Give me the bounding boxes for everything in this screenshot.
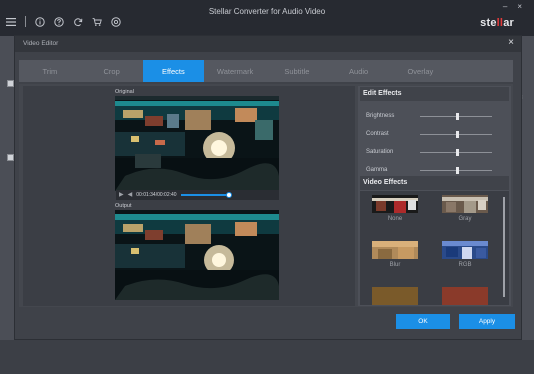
- effect-next-row[interactable]: [442, 287, 488, 305]
- toolbar: [6, 16, 121, 27]
- file-checkbox[interactable]: [7, 154, 14, 161]
- slider-thumb[interactable]: [455, 167, 459, 174]
- preview-area: Original ▶ ◀ 00:01:34/00:02:40 Output: [23, 86, 355, 306]
- slider-label: Brightness: [366, 113, 395, 119]
- output-video-preview: [115, 210, 279, 300]
- effect-thumbnail: [442, 195, 488, 213]
- effect-thumbnail: [442, 241, 488, 259]
- effect-next-row[interactable]: [372, 287, 418, 305]
- slider-track[interactable]: [420, 131, 492, 138]
- slider-label: Contrast: [366, 131, 389, 137]
- window-controls: – ×: [503, 2, 522, 11]
- slider-track[interactable]: [420, 167, 492, 174]
- contrast-slider: Contrast: [366, 130, 506, 140]
- tab-watermark[interactable]: Watermark: [204, 60, 266, 82]
- play-icon[interactable]: ▶: [119, 192, 124, 198]
- tab-effects[interactable]: Effects: [142, 60, 205, 82]
- file-checkbox[interactable]: [7, 80, 14, 87]
- slider-thumb[interactable]: [456, 113, 460, 120]
- refresh-icon[interactable]: [73, 17, 83, 27]
- tab-audio[interactable]: Audio: [328, 60, 390, 82]
- slider-thumb[interactable]: [455, 131, 459, 138]
- dialog-header: Video Editor ×: [15, 36, 521, 52]
- slider-thumb[interactable]: [455, 149, 459, 156]
- main-footer: [0, 340, 534, 374]
- effect-thumbnail: [372, 287, 418, 305]
- effect-none[interactable]: None: [372, 195, 418, 222]
- effect-thumbnail: [442, 287, 488, 305]
- toolbar-separator: [25, 16, 26, 27]
- original-video-preview[interactable]: [115, 96, 279, 191]
- effect-label: RGB: [458, 262, 472, 268]
- menu-icon[interactable]: [6, 17, 16, 27]
- slider-label: Saturation: [366, 149, 394, 155]
- app-title: Stellar Converter for Audio Video: [208, 7, 326, 16]
- editor-content: Original ▶ ◀ 00:01:34/00:02:40 Output Ed…: [19, 84, 513, 307]
- ok-button[interactable]: OK: [396, 314, 450, 329]
- effect-label: None: [387, 216, 403, 222]
- app-titlebar: Stellar Converter for Audio Video – × st…: [0, 0, 534, 36]
- effects-scrollbar[interactable]: [503, 197, 505, 297]
- video-editor-dialog: Video Editor × Trim Crop Effects Waterma…: [14, 35, 522, 340]
- settings-icon[interactable]: [111, 16, 121, 27]
- edit-effects-heading: Edit Effects: [360, 87, 509, 101]
- effect-rgb[interactable]: RGB: [442, 241, 488, 268]
- volume-icon[interactable]: ◀: [128, 192, 133, 198]
- tab-subtitle[interactable]: Subtitle: [266, 60, 328, 82]
- dialog-title: Video Editor: [23, 40, 59, 47]
- minimize-button[interactable]: –: [503, 2, 507, 11]
- slider-track[interactable]: [420, 113, 492, 120]
- original-label: Original: [115, 89, 134, 95]
- window-close-button[interactable]: ×: [517, 2, 522, 11]
- tab-crop[interactable]: Crop: [81, 60, 143, 82]
- effect-label: Blur: [389, 262, 401, 268]
- effect-thumbnail: [372, 241, 418, 259]
- tab-overlay[interactable]: Overlay: [390, 60, 452, 82]
- effect-label: Gray: [458, 216, 472, 222]
- help-icon[interactable]: [54, 16, 64, 27]
- effects-gallery: None Gray Blur RGB: [360, 191, 509, 305]
- tab-trim[interactable]: Trim: [19, 60, 81, 82]
- effect-blur[interactable]: Blur: [372, 241, 418, 268]
- timecode: 00:01:34/00:02:40: [136, 192, 177, 198]
- seek-bar[interactable]: [180, 192, 232, 198]
- seek-handle[interactable]: [225, 192, 232, 198]
- video-effects-heading: Video Effects: [360, 176, 509, 190]
- slider-track[interactable]: [420, 149, 492, 156]
- dialog-close-button[interactable]: ×: [508, 37, 514, 48]
- editor-tabs: Trim Crop Effects Watermark Subtitle Aud…: [19, 60, 513, 82]
- effect-gray[interactable]: Gray: [442, 195, 488, 222]
- effect-thumbnail: [372, 195, 418, 213]
- effects-panel: Edit Effects Brightness Contrast Saturat…: [358, 86, 511, 306]
- cart-icon[interactable]: [92, 17, 102, 27]
- gamma-slider: Gamma: [366, 166, 506, 176]
- info-icon[interactable]: [35, 16, 45, 27]
- slider-label: Gamma: [366, 167, 388, 173]
- apply-button[interactable]: Apply: [459, 314, 515, 329]
- brightness-slider: Brightness: [366, 112, 506, 122]
- brand-logo: stellar: [480, 17, 514, 29]
- saturation-slider: Saturation: [366, 148, 506, 158]
- output-label: Output: [115, 203, 132, 209]
- player-controls: ▶ ◀ 00:01:34/00:02:40: [116, 190, 279, 200]
